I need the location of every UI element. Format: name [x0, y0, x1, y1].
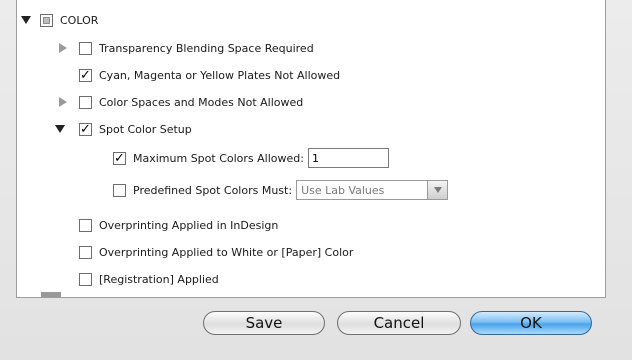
- tree-row-color: COLOR: [21, 10, 98, 30]
- preflight-dialog: COLOR Transparency Blending Space Requir…: [0, 0, 632, 360]
- predefined-spot-checkbox[interactable]: [113, 183, 126, 197]
- tree-row-overprint-indesign: Overprinting Applied in InDesign: [79, 215, 278, 235]
- cmy-plates-checkbox[interactable]: ✓: [79, 68, 92, 82]
- predefined-spot-label: Predefined Spot Colors Must:: [133, 183, 293, 197]
- overprint-white-checkbox[interactable]: [79, 245, 92, 259]
- disclosure-triangle-expanded-icon[interactable]: [21, 16, 31, 24]
- tree-row-cmy-plates: ✓ Cyan, Magenta or Yellow Plates Not All…: [59, 65, 340, 85]
- tree-row-max-spot: ✓ Maximum Spot Colors Allowed:: [113, 147, 389, 169]
- chevron-down-icon[interactable]: [427, 181, 448, 199]
- disclosure-triangle-collapsed-icon[interactable]: [59, 43, 67, 53]
- spot-color-setup-checkbox[interactable]: ✓: [79, 122, 92, 136]
- max-spot-checkbox[interactable]: ✓: [113, 151, 126, 165]
- ok-button[interactable]: OK: [470, 311, 592, 335]
- transparency-label: Transparency Blending Space Required: [99, 41, 314, 55]
- overprint-white-label: Overprinting Applied to White or [Paper]…: [99, 245, 354, 259]
- predefined-spot-select-value: Use Lab Values: [301, 183, 385, 197]
- tree-row-overprint-white: Overprinting Applied to White or [Paper]…: [79, 242, 353, 262]
- color-spaces-checkbox[interactable]: [79, 95, 92, 109]
- color-spaces-label: Color Spaces and Modes Not Allowed: [99, 95, 304, 109]
- overprint-indesign-label: Overprinting Applied in InDesign: [99, 218, 279, 232]
- rules-tree-panel: COLOR Transparency Blending Space Requir…: [16, 0, 606, 298]
- max-spot-label: Maximum Spot Colors Allowed:: [133, 151, 304, 165]
- tree-row-transparency: Transparency Blending Space Required: [59, 38, 314, 58]
- cmy-plates-label: Cyan, Magenta or Yellow Plates Not Allow…: [99, 68, 341, 82]
- predefined-spot-select[interactable]: Use Lab Values: [296, 180, 449, 200]
- tree-row-registration: [Registration] Applied: [79, 269, 219, 289]
- spot-color-setup-label: Spot Color Setup: [99, 122, 192, 136]
- cancel-button[interactable]: Cancel: [337, 311, 461, 335]
- color-section-checkbox[interactable]: [40, 13, 53, 27]
- save-button[interactable]: Save: [203, 311, 325, 335]
- max-spot-input[interactable]: [307, 148, 389, 168]
- registration-label: [Registration] Applied: [99, 272, 219, 286]
- tree-row-spot-color-setup: ✓ Spot Color Setup: [55, 119, 192, 139]
- overprint-indesign-checkbox[interactable]: [79, 218, 92, 232]
- registration-checkbox[interactable]: [79, 272, 92, 286]
- disclosure-triangle-collapsed-icon[interactable]: [59, 97, 67, 107]
- disclosure-triangle-expanded-icon[interactable]: [55, 125, 65, 133]
- color-section-label: COLOR: [60, 13, 99, 27]
- partial-row-indicator: [41, 292, 61, 297]
- tree-row-color-spaces: Color Spaces and Modes Not Allowed: [59, 92, 303, 112]
- transparency-checkbox[interactable]: [79, 41, 92, 55]
- tree-row-predefined-spot: Predefined Spot Colors Must: Use Lab Val…: [113, 179, 449, 201]
